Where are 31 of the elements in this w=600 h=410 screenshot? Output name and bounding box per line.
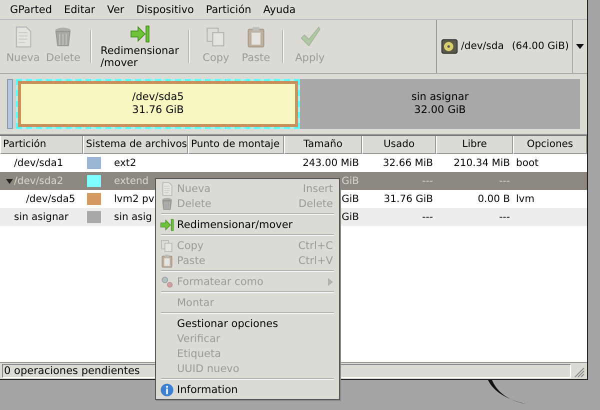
used-value: 31.76 GiB bbox=[384, 194, 433, 204]
used-value: --- bbox=[422, 212, 433, 222]
shortcut-label: Ctrl+C bbox=[298, 240, 333, 252]
shortcut-label: Ctrl+V bbox=[298, 254, 333, 266]
size-value: GiB bbox=[342, 194, 359, 204]
free-value: --- bbox=[499, 212, 510, 222]
shortcut-label: Insert bbox=[302, 182, 333, 194]
flags-value: lvm bbox=[516, 194, 534, 204]
flags-value: boot bbox=[516, 158, 539, 168]
used-value: --- bbox=[422, 176, 433, 186]
size-value: GiB bbox=[342, 176, 359, 186]
filesystem-name: ext2 bbox=[114, 158, 136, 168]
partition-label: sin asignar bbox=[411, 91, 469, 104]
partition-name: sin asignar bbox=[14, 212, 69, 222]
partition-label: 31.76 GiB bbox=[132, 104, 184, 117]
free-value: 0.00 B bbox=[478, 194, 510, 204]
partition-label: 32.00 GiB bbox=[414, 104, 466, 117]
size-value: 243.00 MiB bbox=[302, 158, 359, 168]
partition-name: /dev/sda2 bbox=[14, 176, 64, 186]
status-text: 0 operaciones pendientes bbox=[4, 365, 140, 377]
filesystem-name: extend bbox=[114, 176, 149, 186]
used-value: 32.66 MiB bbox=[382, 158, 433, 168]
filesystem-name: lvm2 pv bbox=[114, 194, 154, 204]
partition-label: /dev/sda5 bbox=[132, 91, 184, 104]
size-value: GiB bbox=[342, 212, 359, 222]
partition-name: /dev/sda1 bbox=[14, 158, 64, 168]
shortcut-label: Delete bbox=[298, 198, 333, 210]
partition-name: /dev/sda5 bbox=[26, 194, 76, 204]
filesystem-name: sin asig bbox=[114, 212, 152, 222]
free-value: 210.34 MiB bbox=[454, 158, 510, 168]
free-value: --- bbox=[499, 176, 510, 186]
